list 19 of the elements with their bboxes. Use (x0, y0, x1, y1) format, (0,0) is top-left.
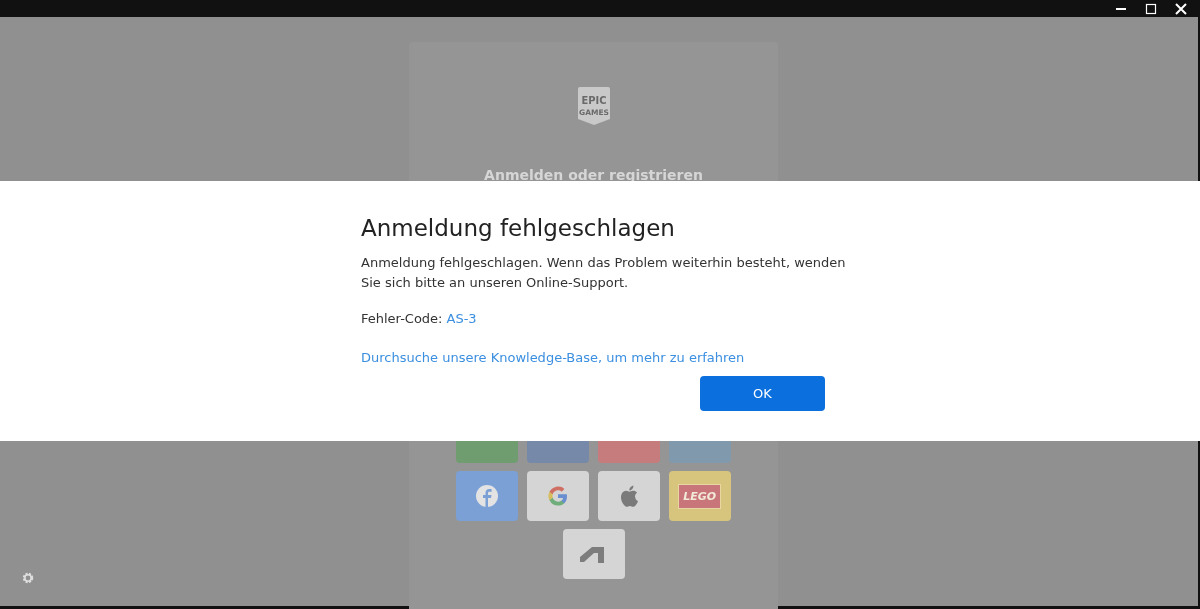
dialog-message: Anmeldung fehlgeschlagen. Wenn das Problem weiterhin besteht, wenden Sie sich bitte an unseren Online-Support. (361, 254, 847, 292)
login-provider-tile[interactable] (562, 529, 625, 579)
lego-logo: LEGO (678, 483, 722, 509)
login-provider-tile[interactable] (527, 471, 590, 521)
login-provider-tile[interactable] (597, 471, 660, 521)
ok-button[interactable]: OK (700, 376, 825, 411)
settings-icon[interactable] (22, 572, 34, 584)
login-provider-tile[interactable]: LEGO (668, 471, 731, 521)
knowledge-base-link[interactable]: Durchsuche unsere Knowledge-Base, um mehr zu erfahren (361, 348, 745, 368)
dialog-title: Anmeldung fehlgeschlagen (361, 214, 676, 243)
apple-icon (619, 485, 638, 507)
google-icon (547, 485, 570, 507)
close-icon[interactable] (1175, 2, 1187, 15)
maximize-icon[interactable] (1145, 2, 1157, 15)
card-heading: Anmelden oder registrieren (484, 166, 703, 185)
error-code-link[interactable]: AS-3 (446, 309, 477, 329)
facebook-icon (476, 485, 499, 507)
login-provider-tile[interactable] (456, 471, 519, 521)
error-code-label: Fehler-Code: (361, 310, 443, 328)
